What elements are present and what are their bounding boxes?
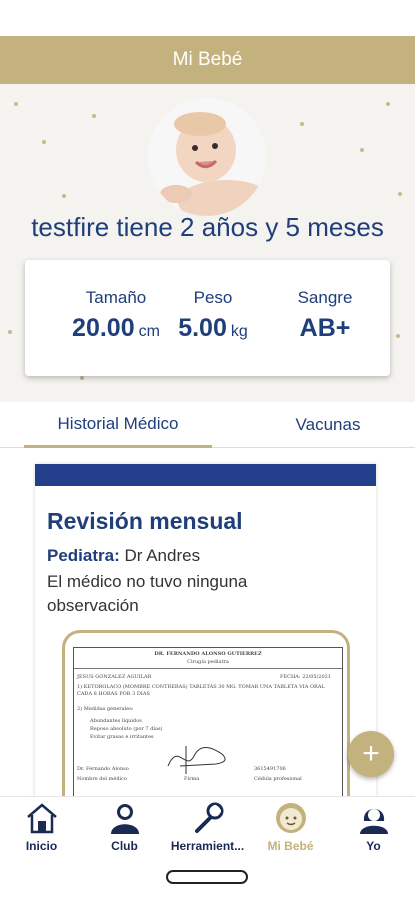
doc-item: Evitar grasas e irritantes [90,734,154,740]
nav-label-mi-bebe: Mi Bebé [267,839,314,853]
confetti-dot [62,194,66,198]
doc-footer-right: 3615491706 [254,766,286,772]
person-icon [110,804,139,834]
baby-hero: testfire tiene 2 años y 5 meses Tamaño 2… [0,84,415,402]
stat-blood: Sangre AB+ [277,288,373,343]
stat-weight-label: Peso [193,288,233,307]
confetti-dot [80,376,84,380]
doc-divider [74,668,342,669]
record-doctor: Pediatra: Dr Andres [47,546,200,566]
nav-label-herramientas: Herramient... [170,839,245,853]
tab-vaccines[interactable]: Vacunas [268,402,388,448]
nav-label-club: Club [111,839,138,853]
record-title: Revisión mensual [47,508,243,534]
nav-label-inicio: Inicio [25,839,58,853]
stat-blood-label: Sangre [297,288,353,307]
baby-face-icon [275,803,306,833]
bottom-navigation: Inicio Club Herramient... Mi Bebé Yo [0,796,415,860]
doc-rx: 1) KETOROLACO (MOMBRE CONTRERAS) TABLETA… [77,684,325,697]
doc-header: DR. FERNANDO ALONSO GUTIERREZ [154,651,262,657]
medical-record-card[interactable]: Revisión mensual Pediatra: Dr Andres El … [35,464,376,796]
doc-footer-left-sub: Nombre del médico [77,776,127,782]
plus-icon: + [362,737,380,770]
doc-footer-left: Dr. Fernando Alonso [77,766,129,772]
confetti-dot [360,148,364,152]
stat-weight-unit: kg [230,323,248,340]
stat-weight-value: 5.00 kg [165,314,261,343]
prescription-image[interactable]: DR. FERNANDO ALONSO GUTIERREZ Cirugía pe… [62,630,350,796]
stat-size-unit: cm [138,323,160,340]
doc-footer-right-sub: Cédula profesional [254,776,302,782]
stat-weight-number: 5.00 [178,314,227,342]
confetti-dot [396,334,400,338]
stat-blood-value: AB+ [277,314,373,343]
baby-age-summary: testfire tiene 2 años y 5 meses [31,212,384,242]
baby-avatar[interactable] [148,98,266,216]
record-card-bar [35,464,376,486]
stat-size: Tamaño 20.00 cm [51,288,181,343]
doc-subheader: Cirugía pediatra [187,659,229,665]
section-tabs: Historial Médico Vacunas [0,402,415,448]
nav-item-club[interactable]: Club [83,801,166,859]
page-title: Mi Bebé [172,49,243,70]
baby-stats-card: Tamaño 20.00 cm Peso 5.00 kg Sangre AB+ [25,260,390,376]
confetti-dot [386,102,390,106]
home-indicator[interactable] [166,870,248,884]
stat-size-value: 20.00 cm [51,314,181,343]
nav-label-yo: Yo [366,839,381,853]
doc-item: Reposo absoluto (por 7 días) [90,726,163,732]
stat-blood-number: AB+ [299,314,351,342]
stat-size-label: Tamaño [85,288,147,307]
confetti-dot [14,102,18,106]
wrench-icon [194,802,223,833]
confetti-dot [8,330,12,334]
baby-photo [148,98,266,216]
stat-weight: Peso 5.00 kg [165,288,261,343]
prescription-sheet: DR. FERNANDO ALONSO GUTIERREZ Cirugía pe… [73,647,343,796]
confetti-dot [42,140,46,144]
stat-size-number: 20.00 [72,314,135,342]
status-bar [0,0,415,36]
confetti-dot [300,122,304,126]
doc-general: 2) Medidas generales: [77,706,134,712]
add-record-button[interactable]: + [348,731,394,777]
doc-date: FECHA: 22/05/2021 [280,674,332,680]
woman-icon [359,809,388,834]
record-doctor-name: Dr Andres [124,546,201,565]
nav-item-yo[interactable]: Yo [332,801,415,859]
doc-patient: JESUS GONZALEZ AGUILAR [77,674,152,680]
confetti-dot [398,192,402,196]
app-header: Mi Bebé [0,36,415,84]
tab-medical-history[interactable]: Historial Médico [24,402,212,448]
record-doctor-label: Pediatra: [47,546,120,565]
record-note: El médico no tuvo ninguna observación [47,572,248,615]
nav-item-herramientas[interactable]: Herramient... [166,801,249,859]
house-icon [26,803,57,834]
doc-item: Abundantes líquidos [90,718,142,724]
nav-item-mi-bebe[interactable]: Mi Bebé [249,801,332,859]
doc-footer-mid: Firma [184,776,200,782]
nav-item-inicio[interactable]: Inicio [0,801,83,859]
signature-scribble [167,746,226,774]
confetti-dot [92,114,96,118]
